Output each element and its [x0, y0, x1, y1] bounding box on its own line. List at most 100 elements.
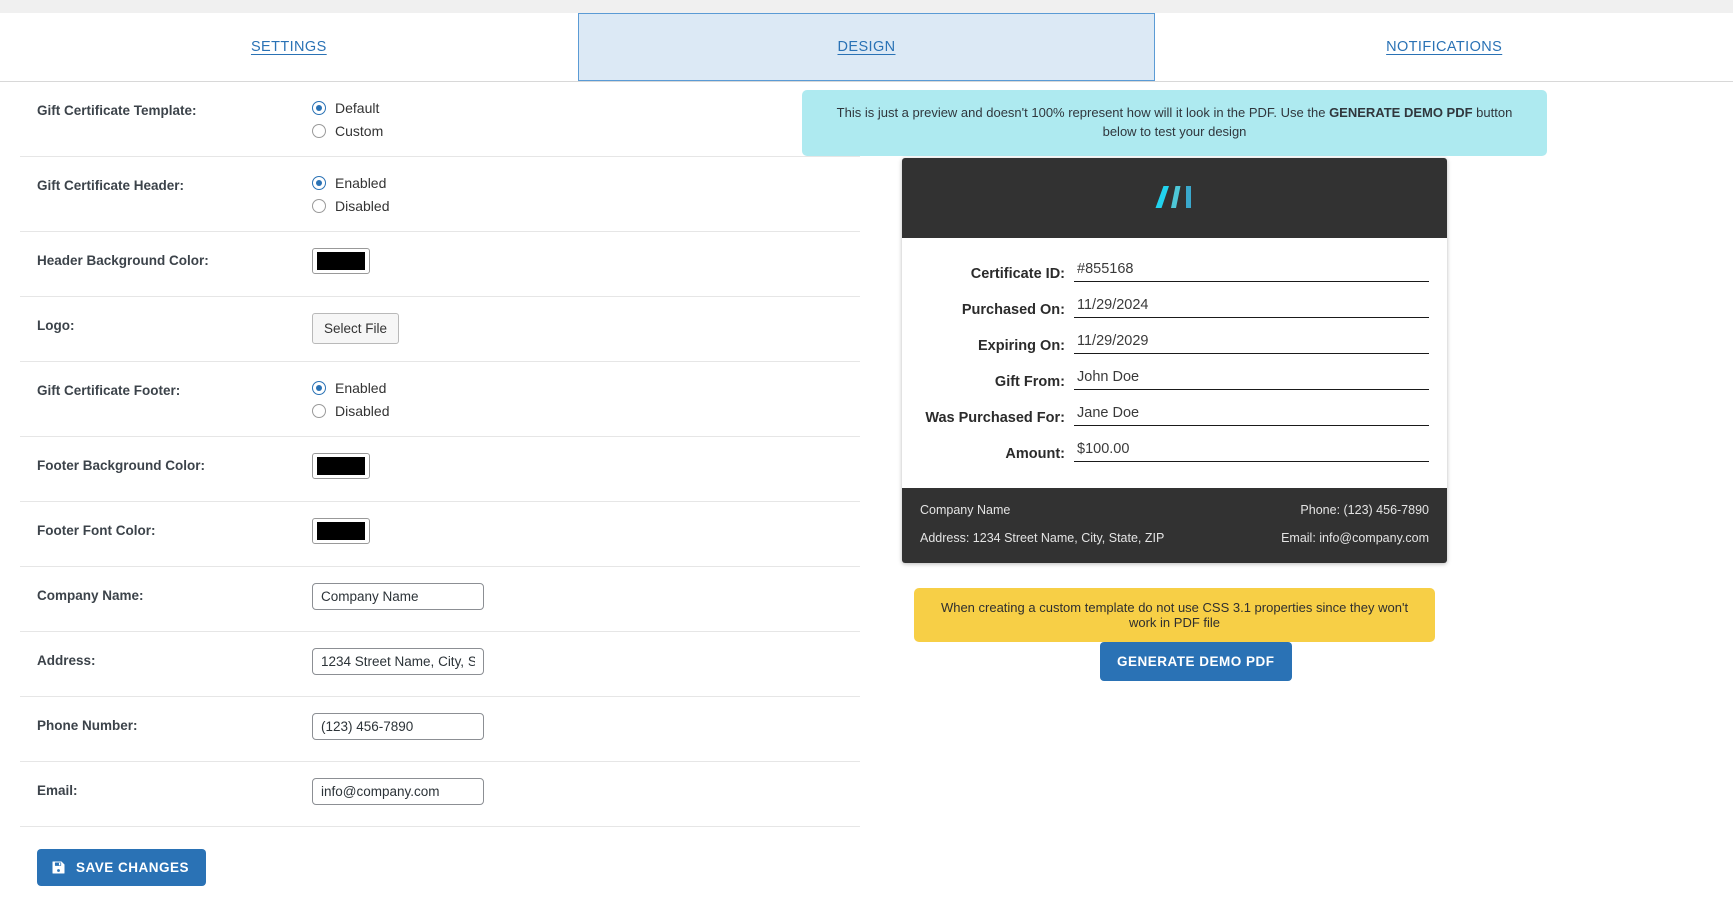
label-header-background-color: Header Background Color:	[20, 248, 312, 268]
email-input[interactable]	[312, 778, 484, 805]
row-email: Email:	[20, 762, 860, 827]
label-logo: Logo:	[20, 313, 312, 333]
certificate-footer-row-bottom: Address: 1234 Street Name, City, State, …	[920, 531, 1429, 545]
row-company-name: Company Name:	[20, 567, 860, 632]
certificate-field-row: Certificate ID: #855168	[902, 260, 1429, 282]
was-purchased-for-value: Jane Doe	[1074, 404, 1429, 426]
certificate-body: Certificate ID: #855168 Purchased On: 11…	[902, 238, 1447, 488]
css-warning-banner: When creating a custom template do not u…	[914, 588, 1435, 642]
certificate-footer: Company Name Phone: (123) 456-7890 Addre…	[902, 488, 1447, 563]
color-swatch-fill	[317, 252, 365, 270]
radio-option-template-default[interactable]: Default	[312, 98, 860, 117]
address-input[interactable]	[312, 648, 484, 675]
tab-notifications[interactable]: NOTIFICATIONS	[1155, 13, 1733, 81]
tab-design-label: DESIGN	[838, 39, 896, 55]
certificate-id-value: #855168	[1074, 260, 1429, 282]
radio-icon-footer-enabled[interactable]	[312, 381, 326, 395]
was-purchased-for-label: Was Purchased For:	[902, 410, 1074, 426]
save-changes-button[interactable]: SAVE CHANGES	[37, 849, 206, 886]
radio-icon-template-default[interactable]	[312, 101, 326, 115]
footer-company-name: Company Name	[920, 503, 1010, 517]
row-header-background-color: Header Background Color:	[20, 232, 860, 297]
certificate-header	[902, 158, 1447, 238]
color-picker-footer-background[interactable]	[312, 453, 370, 479]
footer-email: Email: info@company.com	[1281, 531, 1429, 545]
amount-value: $100.00	[1074, 440, 1429, 462]
certificate-field-row: Purchased On: 11/29/2024	[902, 296, 1429, 318]
radio-option-footer-enabled[interactable]: Enabled	[312, 378, 860, 397]
radio-group-footer: Enabled Disabled	[312, 378, 860, 420]
radio-label-header-disabled: Disabled	[335, 198, 389, 214]
radio-label-header-enabled: Enabled	[335, 175, 386, 191]
label-email: Email:	[20, 778, 312, 798]
row-logo: Logo: Select File	[20, 297, 860, 362]
label-company-name: Company Name:	[20, 583, 312, 603]
label-address: Address:	[20, 648, 312, 668]
row-footer-background-color: Footer Background Color:	[20, 437, 860, 502]
preview-pane: This is just a preview and doesn't 100% …	[882, 82, 1733, 916]
radio-icon-template-custom[interactable]	[312, 124, 326, 138]
certificate-field-row: Gift From: John Doe	[902, 368, 1429, 390]
select-file-button[interactable]: Select File	[312, 313, 399, 344]
expiring-on-label: Expiring On:	[902, 338, 1074, 354]
generate-demo-pdf-button[interactable]: GENERATE DEMO PDF	[1100, 642, 1292, 681]
radio-option-header-disabled[interactable]: Disabled	[312, 196, 860, 215]
certificate-preview-card: Certificate ID: #855168 Purchased On: 11…	[902, 158, 1447, 563]
certificate-field-row: Was Purchased For: Jane Doe	[902, 404, 1429, 426]
radio-group-template: Default Custom	[312, 98, 860, 140]
row-gift-certificate-footer: Gift Certificate Footer: Enabled Disable…	[20, 362, 860, 437]
label-gift-certificate-footer: Gift Certificate Footer:	[20, 378, 312, 398]
purchased-on-label: Purchased On:	[902, 302, 1074, 318]
purchased-on-value: 11/29/2024	[1074, 296, 1429, 318]
radio-icon-header-disabled[interactable]	[312, 199, 326, 213]
save-changes-label: SAVE CHANGES	[76, 860, 189, 875]
radio-icon-footer-disabled[interactable]	[312, 404, 326, 418]
content-area: Gift Certificate Template: Default Custo…	[0, 82, 1733, 916]
gift-from-label: Gift From:	[902, 374, 1074, 390]
gift-from-value: John Doe	[1074, 368, 1429, 390]
notice-text-bold: GENERATE DEMO PDF	[1329, 105, 1473, 120]
notice-text-part1: This is just a preview and doesn't 100% …	[837, 105, 1329, 120]
color-picker-header-background[interactable]	[312, 248, 370, 274]
save-icon	[51, 860, 66, 875]
certificate-id-label: Certificate ID:	[902, 266, 1074, 282]
color-swatch-fill	[317, 522, 365, 540]
color-picker-footer-font[interactable]	[312, 518, 370, 544]
radio-icon-header-enabled[interactable]	[312, 176, 326, 190]
radio-label-template-default: Default	[335, 100, 379, 116]
color-swatch-fill	[317, 457, 365, 475]
certificate-field-row: Amount: $100.00	[902, 440, 1429, 462]
label-footer-background-color: Footer Background Color:	[20, 453, 312, 473]
preview-notice-banner: This is just a preview and doesn't 100% …	[802, 90, 1547, 156]
amount-label: Amount:	[902, 446, 1074, 462]
row-address: Address:	[20, 632, 860, 697]
label-gift-certificate-template: Gift Certificate Template:	[20, 98, 312, 118]
design-settings-form: Gift Certificate Template: Default Custo…	[0, 82, 882, 916]
tab-notifications-label: NOTIFICATIONS	[1386, 39, 1502, 55]
row-gift-certificate-template: Gift Certificate Template: Default Custo…	[20, 82, 860, 157]
label-footer-font-color: Footer Font Color:	[20, 518, 312, 538]
brand-logo-icon	[1153, 181, 1197, 216]
certificate-footer-row-top: Company Name Phone: (123) 456-7890	[920, 503, 1429, 517]
expiring-on-value: 11/29/2029	[1074, 332, 1429, 354]
company-name-input[interactable]	[312, 583, 484, 610]
certificate-field-row: Expiring On: 11/29/2029	[902, 332, 1429, 354]
radio-label-footer-disabled: Disabled	[335, 403, 389, 419]
phone-number-input[interactable]	[312, 713, 484, 740]
radio-option-header-enabled[interactable]: Enabled	[312, 173, 860, 192]
tab-design[interactable]: DESIGN	[578, 13, 1156, 81]
tab-bar: SETTINGS DESIGN NOTIFICATIONS	[0, 13, 1733, 82]
save-row: SAVE CHANGES	[20, 827, 860, 886]
radio-label-template-custom: Custom	[335, 123, 383, 139]
label-gift-certificate-header: Gift Certificate Header:	[20, 173, 312, 193]
row-footer-font-color: Footer Font Color:	[20, 502, 860, 567]
row-phone-number: Phone Number:	[20, 697, 860, 762]
page-root: SETTINGS DESIGN NOTIFICATIONS Gift Certi…	[0, 0, 1733, 916]
footer-address: Address: 1234 Street Name, City, State, …	[920, 531, 1164, 545]
tab-settings-label: SETTINGS	[251, 39, 327, 55]
radio-label-footer-enabled: Enabled	[335, 380, 386, 396]
tab-settings[interactable]: SETTINGS	[0, 13, 578, 81]
radio-group-header: Enabled Disabled	[312, 173, 860, 215]
radio-option-template-custom[interactable]: Custom	[312, 121, 860, 140]
radio-option-footer-disabled[interactable]: Disabled	[312, 401, 860, 420]
